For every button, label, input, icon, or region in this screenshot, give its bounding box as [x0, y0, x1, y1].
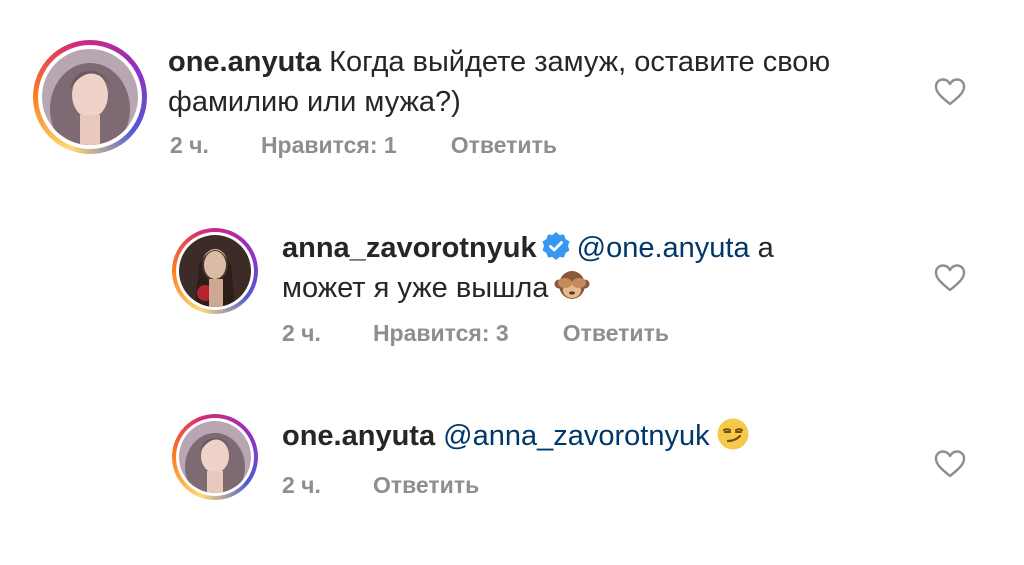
avatar-ring[interactable] [172, 228, 258, 314]
comment-text: one.anyuta Когда выйдете замуж, оставите… [168, 42, 830, 122]
heart-icon[interactable] [934, 449, 966, 479]
mention-link[interactable]: @anna_zavorotnyuk [443, 420, 709, 452]
avatar [179, 235, 251, 307]
comment-body-line2: фамилию или мужа?) [168, 86, 461, 118]
comment-username[interactable]: anna_zavorotnyuk [282, 232, 537, 264]
reply-button[interactable]: Ответить [563, 320, 669, 347]
comment-username[interactable]: one.anyuta [282, 420, 435, 452]
heart-icon[interactable] [934, 77, 966, 107]
mention-link[interactable]: @one.anyuta [577, 232, 750, 264]
comment-body-line1: а [757, 232, 774, 264]
comment-username[interactable]: one.anyuta [168, 46, 321, 78]
see-no-evil-monkey-emoji [554, 271, 590, 299]
avatar-ring[interactable] [33, 40, 147, 154]
verified-badge-icon [542, 232, 570, 260]
avatar [42, 49, 138, 145]
comment-meta: 2 ч. Нравится: 1 Ответить [170, 132, 557, 159]
comment-body-line2: может я уже вышла [282, 272, 549, 304]
comment-text: anna_zavorotnyuk @one.anyuta а может я у… [282, 228, 774, 308]
reply-button[interactable]: Ответить [373, 472, 479, 499]
comment-body-line1: Когда выйдете замуж, оставите свою [329, 46, 831, 78]
heart-icon[interactable] [934, 263, 966, 293]
comment-time: 2 ч. [170, 132, 209, 158]
comment-meta: 2 ч. Ответить [282, 472, 479, 499]
comment-time: 2 ч. [282, 320, 321, 346]
avatar-ring[interactable] [172, 414, 258, 500]
comment-time: 2 ч. [282, 472, 321, 498]
avatar [179, 421, 251, 493]
comment-likes[interactable]: Нравится: 3 [373, 320, 509, 347]
reply-button[interactable]: Ответить [451, 132, 557, 159]
smirking-face-emoji [717, 418, 749, 450]
comment-meta: 2 ч. Нравится: 3 Ответить [282, 320, 669, 347]
comment-text: one.anyuta @anna_zavorotnyuk [282, 416, 750, 456]
comment-likes[interactable]: Нравится: 1 [261, 132, 397, 159]
